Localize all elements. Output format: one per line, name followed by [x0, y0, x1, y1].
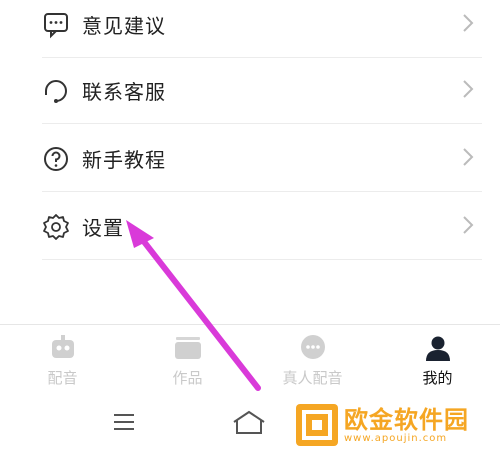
bottom-tab-bar: 配音 作品 真人配音 我的: [0, 324, 500, 396]
home-icon[interactable]: [232, 410, 266, 440]
watermark-text: 欧金软件园 www.apoujin.com: [344, 407, 469, 444]
robot-icon: [48, 333, 78, 363]
tab-dubbing[interactable]: 配音: [0, 325, 125, 396]
menu-item-label: 意见建议: [82, 14, 166, 38]
menu-item-label: 设置: [82, 216, 124, 240]
chevron-right-icon: [462, 79, 474, 103]
chevron-right-icon: [462, 13, 474, 37]
menu-item-label: 新手教程: [82, 148, 166, 172]
tab-label: 配音: [47, 369, 78, 387]
menu-item-customer-service[interactable]: 联系客服: [42, 58, 482, 124]
menu-item-label: 联系客服: [82, 80, 166, 104]
tab-mine[interactable]: 我的: [375, 325, 500, 396]
watermark-url: www.apoujin.com: [344, 432, 448, 444]
feedback-icon: [42, 11, 70, 39]
tab-label: 我的: [422, 369, 453, 387]
customer-service-icon: [42, 77, 70, 105]
tab-label: 真人配音: [282, 369, 343, 387]
folder-icon: [172, 333, 204, 363]
watermark: 欧金软件园 www.apoujin.com: [296, 402, 492, 448]
watermark-logo: [296, 404, 338, 446]
help-icon: [42, 145, 70, 173]
tab-works[interactable]: 作品: [125, 325, 250, 396]
menu-item-feedback[interactable]: 意见建议: [42, 0, 482, 58]
watermark-title: 欧金软件园: [344, 405, 469, 434]
settings-icon: [42, 213, 70, 241]
chevron-right-icon: [462, 147, 474, 171]
chat-bubble-icon: [298, 333, 328, 363]
tab-label: 作品: [172, 369, 203, 387]
menu-item-settings[interactable]: 设置: [42, 194, 482, 260]
menu-item-tutorial[interactable]: 新手教程: [42, 126, 482, 192]
tab-human-dubbing[interactable]: 真人配音: [250, 325, 375, 396]
menu-icon[interactable]: [112, 410, 136, 438]
person-icon: [423, 333, 453, 363]
chevron-right-icon: [462, 215, 474, 239]
